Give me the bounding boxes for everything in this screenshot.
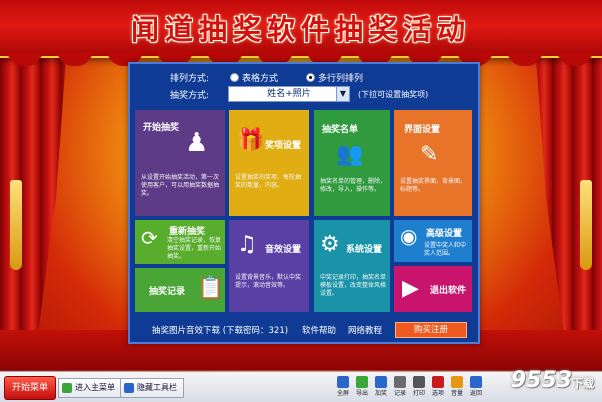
tile-draw-record[interactable]: 抽奖记录 📋 <box>135 268 225 312</box>
tray-label: 选项 <box>431 390 444 397</box>
option-icon <box>432 376 444 388</box>
tray-add-prize[interactable]: 加奖 <box>372 376 390 398</box>
export-icon <box>356 376 368 388</box>
fullscreen-icon <box>337 376 349 388</box>
tray-back[interactable]: 返回 <box>467 376 485 398</box>
tile-title: 奖项设置 <box>265 141 302 151</box>
back-icon <box>470 376 482 388</box>
watermark-number: 9553 <box>510 368 572 393</box>
play-icon: ▶ <box>402 276 419 301</box>
menu-icon <box>62 383 72 393</box>
tile-redraw[interactable]: ⟳ 重新抽奖 清空抽奖记录，恢复抽奖设置，重新开始抽奖。 <box>135 220 225 264</box>
tray-record[interactable]: 记录 <box>391 376 409 398</box>
clipboard-icon: 📋 <box>197 276 225 301</box>
main-menu-panel: 排列方式: 表格方式 多行列排列 抽奖方式: 姓名+照片 ▼ (下拉可设置抽奖项… <box>128 62 480 344</box>
target-icon: ◉ <box>400 224 418 248</box>
record-icon <box>394 376 406 388</box>
gear-icon: ⚙ <box>320 232 340 257</box>
tray-label: 打印 <box>412 390 425 397</box>
start-menu-button[interactable]: 开始菜单 <box>4 376 56 400</box>
tile-desc: 抽奖名单的管理，删除，修改，导入，操作等。 <box>320 178 387 193</box>
tile-desc: 清空抽奖记录，恢复抽奖设置，重新开始抽奖。 <box>167 237 222 260</box>
hide-toolbar-button[interactable]: 隐藏工具栏 <box>120 378 184 398</box>
tile-start-draw[interactable]: 开始抽奖 ♟ 从设置开始抽奖活动，第一次使用客户，可以用抽奖数据抽奖。 <box>135 110 225 216</box>
watermark-text: 下载 <box>572 377 594 390</box>
tray-label: 加奖 <box>374 390 387 397</box>
tile-title: 音效设置 <box>265 245 302 255</box>
radio-label: 表格方式 <box>242 74 279 84</box>
tile-desc: 设置背景音乐，默认中奖提示，滚动音效等。 <box>235 274 302 289</box>
bottom-links: 抽奖图片音效下载 (下载密码：321) 软件帮助 网络教程 购买注册 <box>130 322 478 338</box>
tray-label: 返回 <box>469 390 482 397</box>
arrange-label: 排列方式: <box>170 74 210 84</box>
help-link[interactable]: 软件帮助 <box>302 324 336 336</box>
tile-interface-settings[interactable]: 界面设置 ✎ 设置抽奖界面，背景图，标题等。 <box>394 110 472 216</box>
refresh-icon: ⟳ <box>141 226 158 250</box>
site-watermark: 9553下载 <box>511 368 594 393</box>
add-icon <box>375 376 387 388</box>
download-link[interactable]: 抽奖图片音效下载 (下载密码：321) <box>152 324 288 336</box>
radio-label: 多行列排列 <box>318 74 364 84</box>
mode-hint: (下拉可设置抽奖项) <box>358 90 429 99</box>
radio-grid-mode[interactable]: 多行列排列 <box>306 71 363 84</box>
tile-title: 高级设置 <box>426 229 463 239</box>
radio-table-mode[interactable]: 表格方式 <box>230 71 278 84</box>
chevron-down-icon[interactable]: ▼ <box>336 87 349 101</box>
tile-title: 重新抽奖 <box>169 227 206 237</box>
tile-draw-list[interactable]: 抽奖名单 👥 抽奖名单的管理，删除，修改，导入，操作等。 <box>314 110 390 216</box>
tile-desc: 设置抽奖的奖项、每轮抽奖的数量，内容。 <box>235 174 302 189</box>
people-icon: 👥 <box>336 142 364 167</box>
tray-export[interactable]: 导出 <box>353 376 371 398</box>
page-title: 闻道抽奖软件抽奖活动 <box>130 13 471 46</box>
tile-desc: 设置抽奖界面，背景图，标题等。 <box>400 178 467 193</box>
tile-desc: 中奖记录打印，抽奖名单模板设置，改变整体风格设置。 <box>320 274 387 297</box>
tile-title: 退出软件 <box>430 286 467 296</box>
tile-title: 开始抽奖 <box>143 123 180 133</box>
print-icon <box>413 376 425 388</box>
tray-label: 音量 <box>450 390 463 397</box>
tray-fullscreen[interactable]: 全屏 <box>334 376 352 398</box>
arrange-row: 排列方式: 表格方式 多行列排列 <box>130 68 478 86</box>
tile-prize-settings[interactable]: 🎁 奖项设置 设置抽奖的奖项、每轮抽奖的数量，内容。 <box>229 110 309 216</box>
left-tassel <box>10 180 22 270</box>
tile-exit[interactable]: ▶ 退出软件 <box>394 266 472 312</box>
tray-volume[interactable]: 音量 <box>448 376 466 398</box>
tile-advanced-settings[interactable]: ◉ 高级设置 设置中奖人和中奖人范围。 <box>394 220 472 262</box>
presenter-icon: ♟ <box>185 128 209 158</box>
radio-dot <box>230 73 239 82</box>
tile-title: 抽奖名单 <box>322 125 359 135</box>
tray-print[interactable]: 打印 <box>410 376 428 398</box>
radio-dot-selected <box>306 73 315 82</box>
tile-desc: 从设置开始抽奖活动，第一次使用客户，可以用抽奖数据抽奖。 <box>141 174 220 197</box>
tile-title: 抽奖记录 <box>149 287 186 297</box>
mode-row: 抽奖方式: 姓名+照片 ▼ (下拉可设置抽奖项) <box>130 85 478 103</box>
mode-label: 抽奖方式: <box>170 91 210 101</box>
taskbar: 开始菜单 进入主菜单 隐藏工具栏 全屏 导出 加奖 记录 打印 选项 音量 返回 <box>0 368 602 402</box>
tile-sound-settings[interactable]: ♫ 音效设置 设置背景音乐，默认中奖提示，滚动音效等。 <box>229 220 309 312</box>
tray-label: 导出 <box>355 390 368 397</box>
tile-title: 系统设置 <box>346 245 383 255</box>
mode-select[interactable]: 姓名+照片 ▼ <box>228 86 350 102</box>
tile-title: 界面设置 <box>404 125 441 135</box>
task-label: 隐藏工具栏 <box>137 383 177 392</box>
toolbar-icon <box>124 383 134 393</box>
right-tassel <box>580 180 592 270</box>
tile-system-settings[interactable]: ⚙ 系统设置 中奖记录打印，抽奖名单模板设置，改变整体风格设置。 <box>314 220 390 312</box>
tray-label: 全屏 <box>336 390 349 397</box>
buy-button[interactable]: 购买注册 <box>395 322 467 338</box>
gift-icon: 🎁 <box>237 128 265 153</box>
tray-label: 记录 <box>393 390 406 397</box>
music-icon: ♫ <box>237 232 257 257</box>
mode-select-value: 姓名+照片 <box>267 89 311 99</box>
main-menu-button[interactable]: 进入主菜单 <box>58 378 122 398</box>
tile-desc: 设置中奖人和中奖人范围。 <box>424 242 467 257</box>
tutorial-link[interactable]: 网络教程 <box>348 324 382 336</box>
volume-icon <box>451 376 463 388</box>
tray-options[interactable]: 选项 <box>429 376 447 398</box>
task-label: 进入主菜单 <box>75 383 115 392</box>
edit-icon: ✎ <box>420 142 439 167</box>
